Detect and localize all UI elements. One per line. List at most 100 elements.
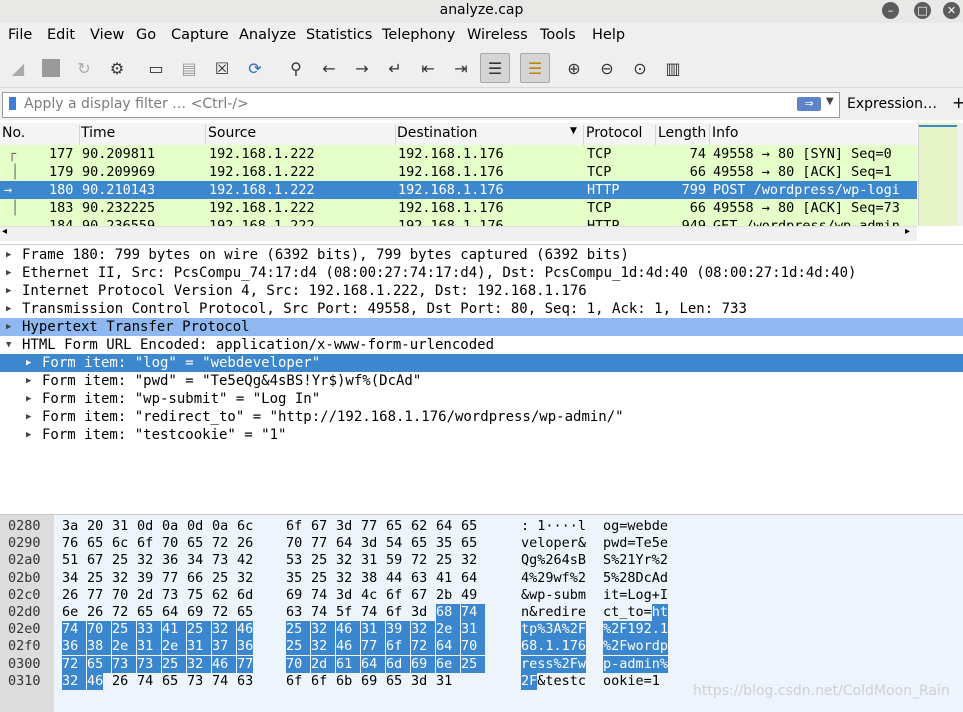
- hex-byte[interactable]: 72: [212, 604, 228, 621]
- hex-byte[interactable]: 74: [461, 604, 486, 621]
- scroll-left-icon[interactable]: ◂: [2, 226, 7, 237]
- hex-byte[interactable]: 39: [386, 621, 411, 639]
- hex-byte[interactable]: 25: [311, 552, 327, 569]
- menu-telephony[interactable]: Telephony: [382, 27, 455, 43]
- hex-byte[interactable]: 72: [112, 604, 128, 621]
- menu-capture[interactable]: Capture: [171, 27, 229, 43]
- shark-fin-icon[interactable]: ◢: [5, 55, 31, 81]
- col-info[interactable]: Info: [710, 125, 917, 145]
- hex-byte[interactable]: 33: [137, 621, 162, 639]
- hex-byte[interactable]: 38: [361, 570, 377, 587]
- hex-byte[interactable]: 3d: [336, 587, 352, 604]
- hex-byte[interactable]: 63: [286, 604, 302, 621]
- hex-byte[interactable]: 0d: [137, 518, 153, 535]
- expand-triangle-icon[interactable]: ▶: [6, 300, 11, 318]
- ascii-segment[interactable]: 2F: [521, 672, 538, 690]
- tree-item-form-log-selected[interactable]: ▶ Form item: "log" = "webdeveloper": [0, 354, 963, 372]
- hex-byte[interactable]: 25: [311, 570, 327, 587]
- hex-byte[interactable]: 3d: [411, 673, 427, 690]
- hex-byte[interactable]: 26: [112, 673, 128, 690]
- hex-byte[interactable]: 64: [436, 638, 461, 656]
- hex-byte[interactable]: 25: [286, 621, 311, 639]
- hex-byte[interactable]: 32: [411, 621, 436, 639]
- col-time[interactable]: Time: [79, 125, 206, 145]
- hex-byte[interactable]: 32: [112, 570, 128, 587]
- save-file-icon[interactable]: ▤: [176, 55, 202, 81]
- hex-byte[interactable]: 73: [162, 587, 178, 604]
- hex-byte[interactable]: 34: [187, 552, 203, 569]
- ascii-segment[interactable]: pwd=Te5e: [603, 535, 668, 552]
- ascii-segment[interactable]: &testc: [537, 673, 586, 690]
- go-to-packet-icon[interactable]: ↵: [382, 55, 408, 81]
- hex-byte[interactable]: 32: [237, 570, 253, 587]
- hex-byte[interactable]: 61: [336, 655, 361, 673]
- hex-byte[interactable]: 2e: [162, 638, 187, 656]
- last-packet-icon[interactable]: ⇥: [448, 55, 474, 81]
- hex-byte[interactable]: 2e: [436, 621, 461, 639]
- packet-row[interactable]: │ 179 90.209969 192.168.1.222 192.168.1.…: [0, 163, 917, 181]
- hex-byte[interactable]: 37: [212, 638, 237, 656]
- hex-byte[interactable]: 32: [336, 552, 352, 569]
- hex-byte[interactable]: 31: [361, 552, 377, 569]
- hex-byte[interactable]: 0d: [187, 518, 203, 535]
- menu-statistics[interactable]: Statistics: [306, 27, 372, 43]
- hex-byte[interactable]: 46: [336, 621, 361, 639]
- stop-icon[interactable]: [38, 55, 64, 81]
- hex-byte[interactable]: 46: [87, 672, 104, 690]
- packet-list-vertical-scrollbar[interactable]: [957, 123, 963, 226]
- hex-byte[interactable]: 72: [411, 552, 427, 569]
- hex-byte[interactable]: 65: [87, 535, 103, 552]
- hex-byte[interactable]: 62: [212, 587, 228, 604]
- hex-byte[interactable]: 46: [212, 655, 237, 673]
- options-gear-icon[interactable]: ⚙: [104, 55, 130, 81]
- hex-byte[interactable]: 63: [411, 570, 427, 587]
- go-back-icon[interactable]: ←: [316, 55, 342, 81]
- hex-byte[interactable]: 6f: [386, 638, 411, 656]
- maximize-icon[interactable]: □: [914, 2, 931, 19]
- hex-byte[interactable]: 4c: [361, 587, 377, 604]
- ascii-segment[interactable]: ress%2Fw: [521, 655, 587, 673]
- hex-byte[interactable]: 39: [137, 570, 153, 587]
- hex-byte[interactable]: 32: [212, 621, 237, 639]
- hex-byte[interactable]: 31: [187, 638, 212, 656]
- zoom-in-icon[interactable]: ⊕: [561, 55, 587, 81]
- hex-byte[interactable]: 5f: [336, 604, 352, 621]
- bookmark-icon[interactable]: [9, 97, 16, 110]
- hex-byte[interactable]: 59: [386, 552, 402, 569]
- packet-minimap[interactable]: [918, 123, 957, 226]
- hex-byte[interactable]: 72: [411, 638, 436, 656]
- hex-byte[interactable]: 69: [411, 655, 436, 673]
- hex-byte[interactable]: 54: [386, 535, 402, 552]
- hex-byte[interactable]: 35: [286, 570, 302, 587]
- hex-byte[interactable]: 32: [137, 552, 153, 569]
- hex-byte[interactable]: 3a: [62, 518, 78, 535]
- hex-byte[interactable]: 0a: [162, 518, 178, 535]
- hex-byte[interactable]: 69: [187, 604, 203, 621]
- tree-item-ip[interactable]: ▶ Internet Protocol Version 4, Src: 192.…: [0, 282, 963, 300]
- hex-byte[interactable]: 32: [461, 552, 477, 569]
- hex-byte[interactable]: 34: [62, 570, 78, 587]
- tree-item-form[interactable]: ▼ HTML Form URL Encoded: application/x-w…: [0, 336, 963, 354]
- hex-byte[interactable]: 32: [336, 570, 352, 587]
- hex-byte[interactable]: 41: [162, 621, 187, 639]
- ascii-segment[interactable]: og=webde: [603, 518, 668, 535]
- tree-item-frame[interactable]: ▶ Frame 180: 799 bytes on wire (6392 bit…: [0, 246, 963, 264]
- menu-tools[interactable]: Tools: [540, 27, 576, 43]
- hex-byte[interactable]: 72: [212, 535, 228, 552]
- ascii-segment[interactable]: 68.1.176: [521, 638, 587, 656]
- hex-byte[interactable]: 65: [461, 535, 477, 552]
- packet-row-selected[interactable]: → 180 90.210143 192.168.1.222 192.168.1.…: [0, 181, 917, 199]
- ascii-segment[interactable]: ct_to=: [603, 604, 652, 621]
- hex-byte[interactable]: 32: [311, 621, 336, 639]
- tree-item-form-pwd[interactable]: ▶ Form item: "pwd" = "Te5eQg&4sBS!Yr$)wf…: [0, 372, 963, 390]
- ascii-segment[interactable]: S%21Yr%2: [603, 552, 668, 569]
- hex-byte[interactable]: 6f: [137, 535, 153, 552]
- hex-byte[interactable]: 65: [87, 655, 112, 673]
- hex-byte[interactable]: 63: [237, 673, 253, 690]
- hex-byte[interactable]: 25: [112, 552, 128, 569]
- tree-item-ethernet[interactable]: ▶ Ethernet II, Src: PcsCompu_74:17:d4 (0…: [0, 264, 963, 282]
- hex-byte[interactable]: 31: [461, 621, 486, 639]
- hex-byte[interactable]: 74: [212, 673, 228, 690]
- ascii-segment[interactable]: p-admin%: [603, 655, 669, 673]
- hex-byte[interactable]: 36: [237, 638, 254, 656]
